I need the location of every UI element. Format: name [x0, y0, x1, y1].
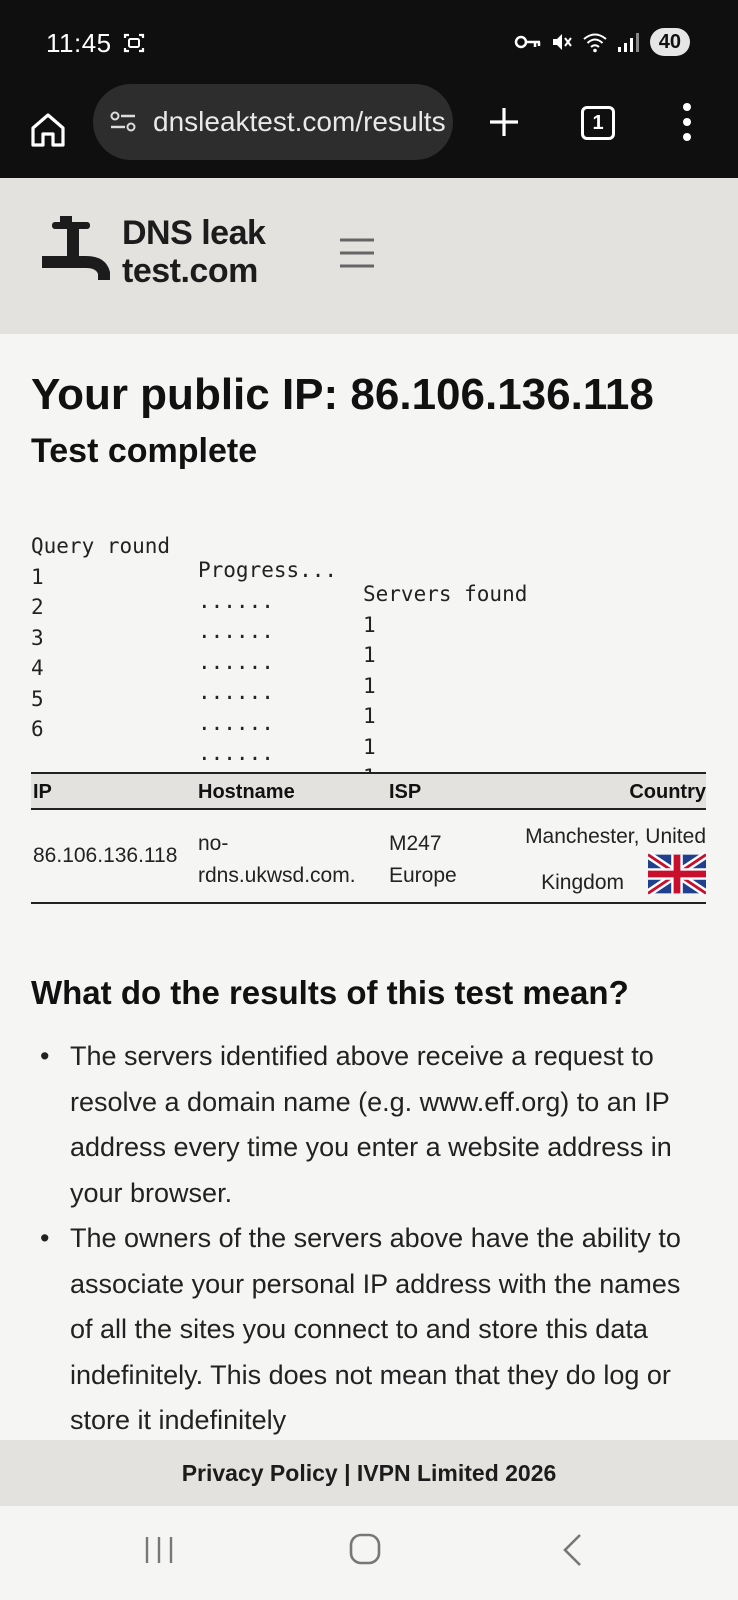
site-settings-icon[interactable]: [109, 110, 139, 134]
query-row: 4 ...... 1: [31, 632, 376, 728]
vpn-key-icon: [514, 35, 540, 49]
query-progress: ......: [198, 588, 274, 613]
tab-switcher-button[interactable]: 1: [581, 106, 615, 140]
home-icon[interactable]: [28, 110, 68, 150]
query-servers: 1: [363, 612, 376, 637]
logo-line-2: test.com: [122, 252, 258, 290]
result-ip: 86.106.136.118: [33, 844, 178, 867]
query-progress: ......: [198, 649, 274, 674]
hostname-column-header: Hostname: [198, 781, 295, 803]
status-time: 11:45: [46, 28, 112, 58]
query-row: 1 ...... 1: [31, 541, 376, 637]
address-bar[interactable]: dnsleaktest.com/results: [93, 84, 453, 160]
query-progress: ......: [198, 680, 274, 704]
query-table-header: Query round Progress... Servers found: [31, 510, 527, 606]
query-round: 6: [31, 717, 44, 741]
query-row: 2 ...... 1: [31, 571, 376, 667]
hamburger-menu-icon[interactable]: [338, 236, 376, 270]
browser-toolbar: dnsleaktest.com/results 1: [0, 84, 738, 178]
hostname-line-2: rdns.ukwsd.com.: [198, 864, 356, 887]
url-text[interactable]: dnsleaktest.com/results: [153, 106, 446, 138]
list-item: The owners of the servers above have the…: [40, 1216, 700, 1440]
ip-column-header: IP: [33, 781, 52, 803]
mute-icon: [552, 34, 572, 50]
battery-badge: 40: [649, 28, 690, 56]
result-hostname: no- rdns.ukwsd.com.: [198, 828, 356, 892]
signal-icon: [617, 33, 639, 52]
recent-apps-icon[interactable]: [143, 1534, 175, 1566]
result-isp: M247 Europe: [389, 828, 457, 892]
public-ip-title: Your public IP: 86.106.136.118: [31, 370, 654, 419]
list-item: The servers identified above receive a r…: [40, 1034, 700, 1216]
query-row: 6 ...... 1: [31, 693, 376, 789]
screen-capture-icon: [123, 33, 145, 53]
country-column-header: Country: [629, 781, 706, 803]
query-row: 5 ...... 1: [31, 663, 376, 759]
status-icons: 40: [514, 28, 690, 56]
isp-line-2: Europe: [389, 864, 457, 887]
system-nav-bar: [0, 1506, 738, 1600]
nav-home-icon[interactable]: [348, 1532, 382, 1566]
query-progress: ......: [198, 710, 274, 735]
status-bar: 11:45 40: [0, 0, 738, 84]
site-header: DNS leak test.com: [0, 178, 738, 334]
site-logo-text[interactable]: DNS leak test.com: [122, 214, 266, 290]
results-meaning-heading: What do the results of this test mean?: [31, 974, 629, 1011]
query-servers: 1: [363, 673, 376, 698]
query-progress: ......: [198, 741, 274, 765]
main-content: Your public IP: 86.106.136.118 Test comp…: [0, 334, 738, 1440]
query-servers: 1: [363, 643, 376, 667]
uk-flag-icon: [648, 852, 706, 896]
faucet-logo-icon[interactable]: [40, 214, 124, 294]
explanation-list: The servers identified above receive a r…: [40, 1034, 700, 1440]
query-servers: 1: [363, 734, 376, 759]
footer-bar[interactable]: Privacy Policy | IVPN Limited 2026: [0, 1440, 738, 1506]
test-status-heading: Test complete: [31, 432, 258, 470]
isp-column-header: ISP: [389, 781, 422, 803]
table-row: 86.106.136.118 no- rdns.ukwsd.com. M247 …: [31, 810, 706, 904]
results-table-header: IP Hostname ISP Country: [31, 772, 706, 810]
wifi-icon: [583, 33, 607, 53]
hostname-line-1: no-: [198, 832, 229, 855]
query-servers: 1: [363, 704, 376, 728]
query-rounds-table: Query round Progress... Servers found 1 …: [31, 510, 527, 789]
new-tab-icon[interactable]: [486, 104, 522, 140]
query-progress: ......: [198, 619, 274, 643]
back-icon[interactable]: [560, 1532, 584, 1568]
logo-line-1: DNS leak: [122, 214, 266, 252]
more-menu-icon[interactable]: [682, 102, 692, 142]
progress-header: Progress...: [198, 558, 338, 582]
dns-results-table: IP Hostname ISP Country 86.106.136.118 n…: [31, 772, 706, 904]
servers-found-header: Servers found: [363, 582, 528, 606]
query-row: 3 ...... 1: [31, 602, 376, 698]
isp-line-1: M247: [389, 832, 442, 855]
